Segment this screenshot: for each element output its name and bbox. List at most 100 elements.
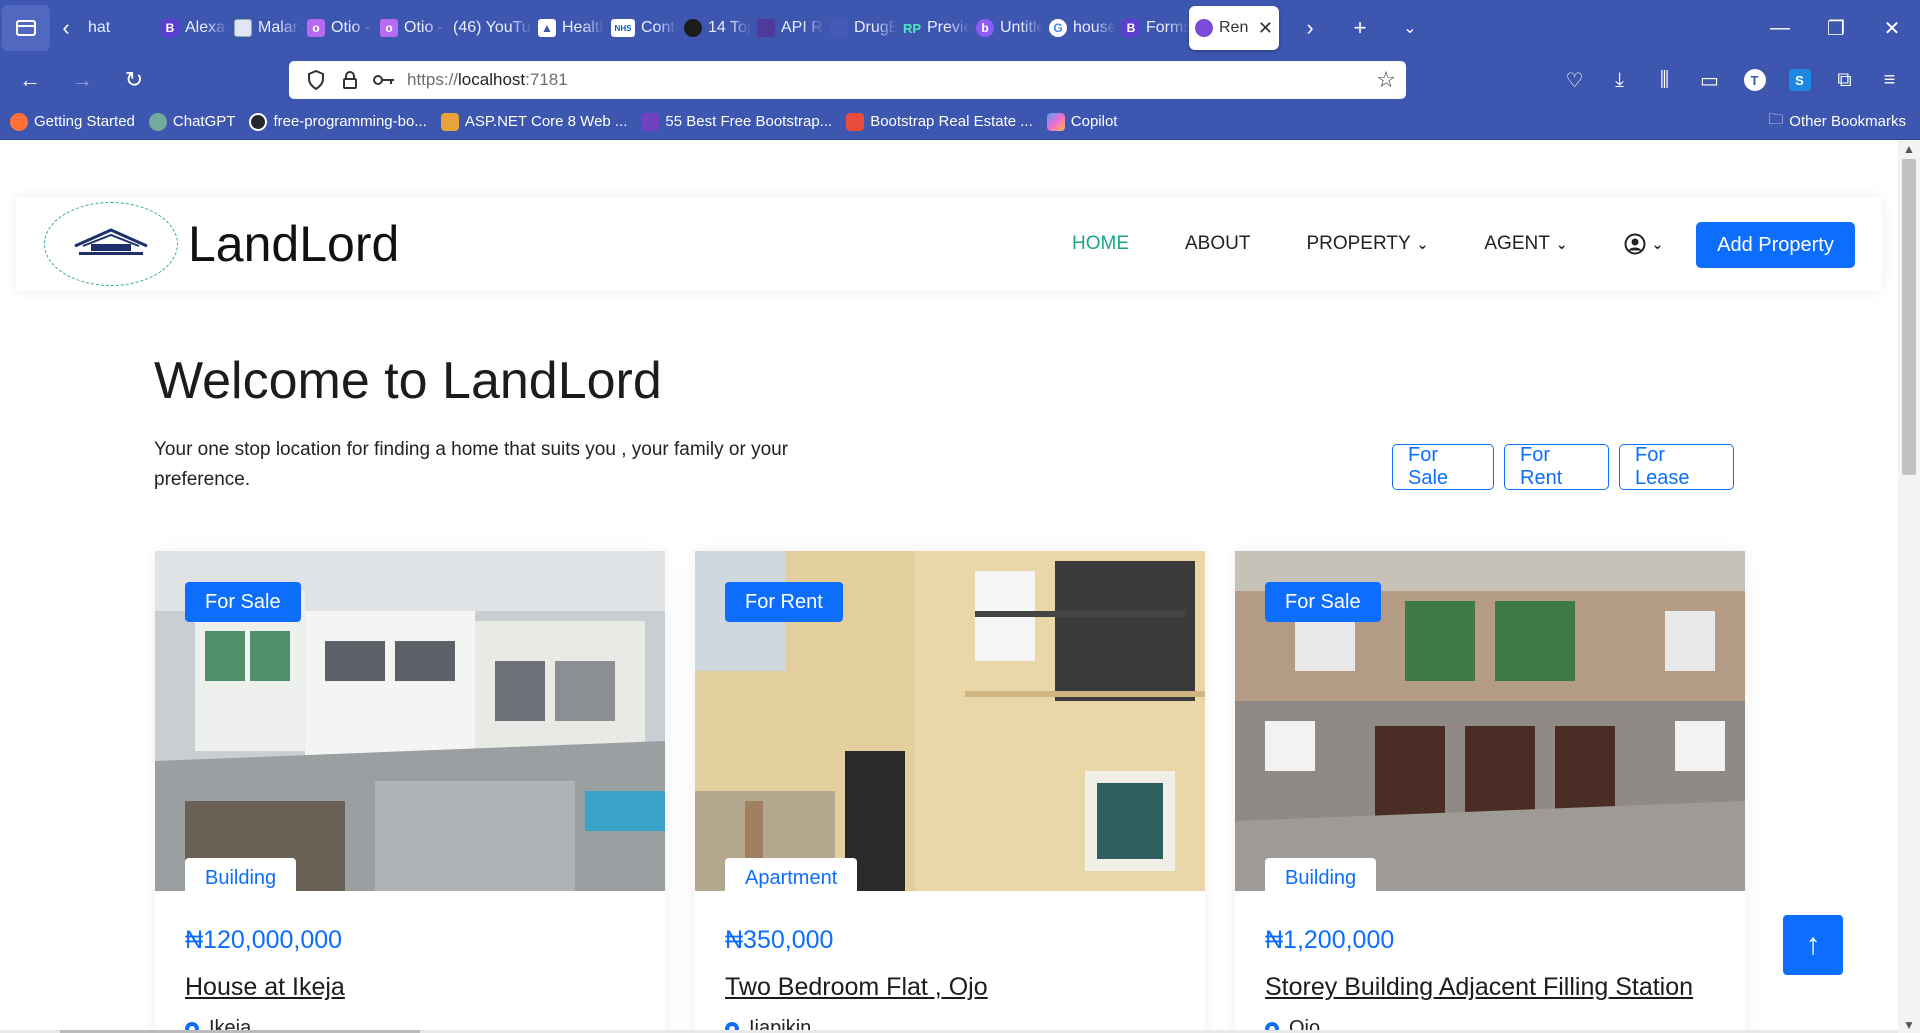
tab-list-icon: [16, 20, 36, 36]
menu-home-label: HOME: [1072, 233, 1129, 254]
extension-button[interactable]: S: [1777, 60, 1822, 100]
property-title-link[interactable]: House at Ikeja: [185, 973, 345, 1002]
property-card[interactable]: For Rent Apartment ₦350,000 Two Bedroom …: [695, 551, 1205, 1033]
browser-tab[interactable]: hat: [82, 6, 155, 50]
browser-tab[interactable]: RP Previe: [897, 6, 970, 50]
browser-tab[interactable]: (46) YouTu: [447, 6, 532, 50]
vertical-scrollbar[interactable]: ▲ ▼: [1898, 141, 1920, 1033]
tab-title: hat: [88, 19, 111, 36]
colorlib-icon: [641, 112, 660, 131]
tab-scroll-right-button[interactable]: ›: [1285, 6, 1335, 50]
browser-tab[interactable]: 14 Top: [678, 6, 751, 50]
menu-agent-label: AGENT: [1484, 233, 1550, 254]
property-title-link[interactable]: Storey Building Adjacent Filling Station: [1265, 973, 1693, 1002]
property-image[interactable]: For Sale Building: [155, 551, 665, 891]
extensions-button[interactable]: ⧉: [1822, 60, 1867, 100]
browser-tab[interactable]: B Forms: [1116, 6, 1189, 50]
browser-tab[interactable]: Ghouse: [1043, 6, 1116, 50]
tab-title: Otio -: [404, 19, 444, 36]
bookmark-label: ASP.NET Core 8 Web ...: [464, 113, 628, 130]
forward-button[interactable]: →: [60, 60, 104, 100]
main-menu: HOME ABOUT PROPERTY ⌄ AGENT ⌄ ⌄: [1072, 197, 1711, 291]
tab-title: Forms: [1146, 19, 1189, 36]
address-bar[interactable]: https://localhost:7181 ☆: [289, 61, 1406, 99]
github-icon: [249, 112, 268, 131]
browser-tab-active[interactable]: Ren ✕: [1189, 6, 1279, 50]
tab-title: Ren: [1219, 19, 1249, 36]
lock-icon[interactable]: [333, 65, 367, 95]
back-to-top-button[interactable]: ↑: [1783, 915, 1843, 975]
back-button[interactable]: ←: [8, 60, 52, 100]
bookmark-item[interactable]: Bootstrap Real Estate ...: [846, 112, 1033, 131]
downloads-button[interactable]: ⤓: [1597, 60, 1642, 100]
key-icon[interactable]: [367, 65, 401, 95]
url-text[interactable]: https://localhost:7181: [407, 70, 568, 90]
browser-tab[interactable]: o Otio -: [374, 6, 447, 50]
browser-tab[interactable]: NHS Conte: [605, 6, 678, 50]
menu-property[interactable]: PROPERTY ⌄: [1306, 233, 1428, 255]
other-bookmarks[interactable]: 🗀 Other Bookmarks: [1768, 109, 1906, 134]
new-tab-button[interactable]: +: [1335, 6, 1385, 50]
bookmark-star-icon[interactable]: ☆: [1376, 67, 1396, 93]
library-button[interactable]: ⫼: [1642, 60, 1687, 100]
filter-for-rent-button[interactable]: For Rent: [1504, 444, 1609, 490]
sidebar-button[interactable]: ▭: [1687, 60, 1732, 100]
browser-tab[interactable]: o Otio -: [301, 6, 374, 50]
bookmark-item[interactable]: Getting Started: [10, 112, 135, 131]
close-tab-icon[interactable]: ✕: [1258, 18, 1273, 39]
menu-home[interactable]: HOME: [1072, 233, 1129, 255]
browser-tab[interactable]: API Re: [751, 6, 824, 50]
list-all-tabs-button[interactable]: ⌄: [1385, 6, 1435, 50]
bookmark-item[interactable]: ASP.NET Core 8 Web ...: [440, 112, 628, 131]
status-badge: For Sale: [1265, 582, 1381, 622]
bookmark-item[interactable]: free-programming-bo...: [249, 112, 427, 131]
app-menu-button[interactable]: ≡: [1867, 60, 1912, 100]
browser-tab[interactable]: DrugB: [824, 6, 897, 50]
otio-favicon-icon: o: [380, 19, 398, 37]
site-logo[interactable]: [44, 202, 178, 286]
property-card[interactable]: For Sale Building ₦1,200,000 Storey Buil…: [1235, 551, 1745, 1033]
menu-about[interactable]: ABOUT: [1185, 233, 1250, 255]
bookmark-item[interactable]: Copilot: [1046, 112, 1117, 131]
property-title-link[interactable]: Two Bedroom Flat , Ojo: [725, 973, 988, 1002]
close-window-button[interactable]: ✕: [1864, 0, 1920, 56]
restore-button[interactable]: ❐: [1808, 0, 1864, 56]
tab-title: Otio -: [331, 19, 371, 36]
reload-button[interactable]: ↻: [112, 60, 156, 100]
browser-tab[interactable]: b Untitle: [970, 6, 1043, 50]
account-button[interactable]: T: [1732, 60, 1777, 100]
browser-tab[interactable]: Malar: [228, 6, 301, 50]
shield-icon[interactable]: [299, 65, 333, 95]
bookmark-label: Getting Started: [34, 113, 135, 130]
reload-icon: ↻: [124, 67, 144, 92]
menu-agent[interactable]: AGENT ⌄: [1484, 233, 1567, 255]
browser-tab[interactable]: B Alexa: [155, 6, 228, 50]
filter-for-lease-button[interactable]: For Lease: [1619, 444, 1734, 490]
bookmark-item[interactable]: 55 Best Free Bootstrap...: [641, 112, 832, 131]
browser-tab-bar: ‹ hat B Alexa Malar o Otio - o Otio - (46) …: [0, 0, 1920, 56]
tab-list-button[interactable]: [2, 5, 50, 51]
tab-title: Health: [562, 19, 605, 36]
browser-tab[interactable]: ▲ Health: [532, 6, 605, 50]
vertical-scroll-thumb[interactable]: [1902, 159, 1916, 475]
property-card[interactable]: For Sale Building ₦120,000,000 House at …: [155, 551, 665, 1033]
minimize-button[interactable]: —: [1752, 0, 1808, 56]
user-menu[interactable]: ⌄: [1624, 233, 1663, 255]
pocket-button[interactable]: ♡: [1552, 60, 1597, 100]
bookmark-label: free-programming-bo...: [273, 113, 427, 130]
bookmark-label: ChatGPT: [172, 113, 236, 130]
tab-scroll-left-button[interactable]: ‹: [50, 8, 82, 48]
firefox-icon: [10, 112, 28, 131]
bookmark-item[interactable]: ChatGPT: [148, 112, 236, 131]
bootstrap-realestate-icon: [846, 112, 865, 131]
copilot-icon: [1046, 112, 1065, 131]
add-property-button[interactable]: Add Property: [1696, 222, 1855, 268]
scroll-down-arrow-icon[interactable]: ▼: [1898, 1017, 1920, 1033]
site-brand[interactable]: LandLord: [188, 215, 399, 273]
scroll-up-arrow-icon[interactable]: ▲: [1898, 141, 1920, 157]
property-image[interactable]: For Sale Building: [1235, 551, 1745, 891]
property-image[interactable]: For Rent Apartment: [695, 551, 1205, 891]
filter-for-sale-button[interactable]: For Sale: [1392, 444, 1494, 490]
url-port: :7181: [525, 70, 568, 89]
arrow-right-icon: →: [71, 67, 93, 92]
